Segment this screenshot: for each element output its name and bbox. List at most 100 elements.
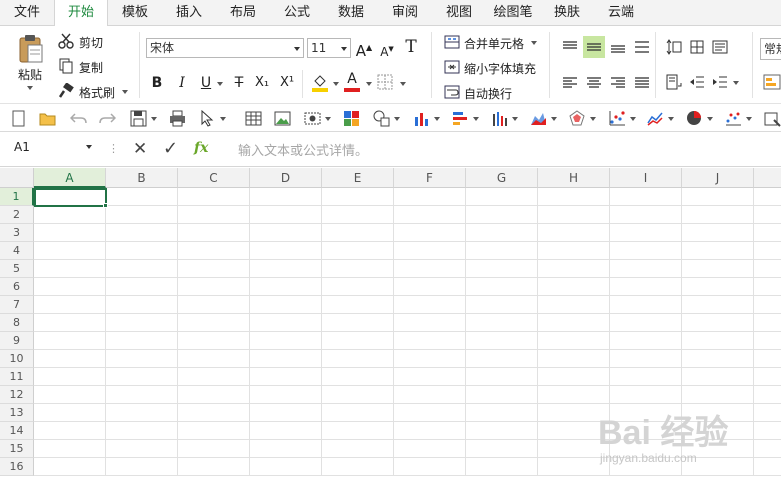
cell[interactable] [754, 278, 781, 296]
merge-dropdown-icon[interactable] [531, 41, 537, 45]
cell[interactable] [322, 260, 394, 278]
bar-chart-icon[interactable] [413, 110, 431, 128]
cell[interactable] [34, 242, 106, 260]
cell[interactable] [250, 260, 322, 278]
cell[interactable] [322, 350, 394, 368]
font-color-dropdown-icon[interactable] [366, 82, 372, 86]
cell[interactable] [178, 260, 250, 278]
column-header[interactable]: I [610, 168, 682, 188]
table-icon[interactable] [245, 110, 263, 128]
cell[interactable] [682, 314, 754, 332]
row-header[interactable]: 1 [0, 188, 34, 206]
border-dropdown-icon[interactable] [400, 82, 406, 86]
cell[interactable] [250, 386, 322, 404]
row-header[interactable]: 4 [0, 242, 34, 260]
cell[interactable] [394, 350, 466, 368]
cell[interactable] [322, 314, 394, 332]
cell[interactable] [178, 386, 250, 404]
cell[interactable] [610, 260, 682, 278]
cell[interactable] [250, 242, 322, 260]
cell[interactable] [250, 206, 322, 224]
cell[interactable] [682, 350, 754, 368]
horizontal-bar-chart-icon[interactable] [452, 110, 470, 128]
cell[interactable] [466, 404, 538, 422]
cell[interactable] [250, 404, 322, 422]
row-header[interactable]: 3 [0, 224, 34, 242]
cell[interactable] [322, 206, 394, 224]
picture-icon[interactable] [274, 110, 292, 128]
cell[interactable] [682, 242, 754, 260]
increase-indent-dropdown-icon[interactable] [733, 81, 739, 85]
cell[interactable] [34, 278, 106, 296]
cell[interactable] [250, 350, 322, 368]
line-chart-icon[interactable] [647, 110, 665, 128]
cell[interactable] [610, 368, 682, 386]
menu-tab[interactable]: 换肤 [540, 0, 594, 25]
pie-chart-icon[interactable] [686, 110, 704, 128]
font-name-select[interactable]: 宋体 [146, 38, 304, 58]
cell[interactable] [754, 368, 781, 386]
copy-icon[interactable] [58, 58, 74, 74]
cell[interactable] [538, 260, 610, 278]
menu-tab[interactable]: 公式 [270, 0, 324, 25]
cell[interactable] [322, 224, 394, 242]
row-header[interactable]: 8 [0, 314, 34, 332]
row-header[interactable]: 10 [0, 350, 34, 368]
cell[interactable] [106, 350, 178, 368]
cell[interactable] [394, 296, 466, 314]
cell[interactable] [178, 206, 250, 224]
wrap-text-icon[interactable] [444, 84, 460, 100]
cell[interactable] [250, 224, 322, 242]
cell[interactable] [250, 332, 322, 350]
radar-chart-dropdown-icon[interactable] [590, 117, 596, 121]
redo-icon[interactable] [99, 110, 117, 128]
cell[interactable] [178, 458, 250, 476]
cell[interactable] [106, 314, 178, 332]
name-box-dropdown-icon[interactable] [86, 145, 92, 149]
open-folder-icon[interactable] [39, 110, 57, 128]
cell[interactable] [106, 278, 178, 296]
column-chart-icon[interactable] [491, 110, 509, 128]
cell[interactable] [106, 242, 178, 260]
more-options-icon[interactable]: ⋮ [108, 142, 119, 155]
cell[interactable] [394, 386, 466, 404]
cell[interactable] [538, 188, 610, 206]
screenshot-icon[interactable] [304, 110, 322, 128]
cell[interactable] [322, 458, 394, 476]
cell[interactable] [322, 386, 394, 404]
cell[interactable] [538, 386, 610, 404]
cell[interactable] [178, 440, 250, 458]
cell[interactable] [34, 422, 106, 440]
cell[interactable] [250, 188, 322, 206]
cell[interactable] [34, 458, 106, 476]
menu-tab[interactable]: 插入 [162, 0, 216, 25]
cell[interactable] [394, 458, 466, 476]
cell[interactable] [106, 188, 178, 206]
name-box[interactable]: A1 [14, 140, 30, 154]
shapes-dropdown-icon[interactable] [394, 117, 400, 121]
cell[interactable] [34, 440, 106, 458]
cell[interactable] [754, 188, 781, 206]
cell[interactable] [538, 224, 610, 242]
menu-tab[interactable]: 视图 [432, 0, 486, 25]
cell[interactable] [34, 386, 106, 404]
column-header[interactable]: C [178, 168, 250, 188]
cell[interactable] [106, 206, 178, 224]
bar-chart-dropdown-icon[interactable] [434, 117, 440, 121]
menu-tab[interactable]: 布局 [216, 0, 270, 25]
italic-button[interactable]: I [172, 73, 192, 93]
cell[interactable] [250, 368, 322, 386]
cell[interactable] [754, 206, 781, 224]
row-header[interactable]: 12 [0, 386, 34, 404]
cell[interactable] [394, 368, 466, 386]
cell[interactable] [394, 422, 466, 440]
bold-button[interactable]: B [147, 73, 167, 93]
cell[interactable] [394, 332, 466, 350]
column-header[interactable] [754, 168, 781, 188]
cell[interactable] [250, 314, 322, 332]
paste-icon[interactable] [16, 32, 46, 66]
font-color-icon[interactable]: A [343, 71, 361, 93]
cell[interactable] [178, 350, 250, 368]
row-height-icon[interactable] [665, 38, 683, 56]
cell[interactable] [34, 224, 106, 242]
